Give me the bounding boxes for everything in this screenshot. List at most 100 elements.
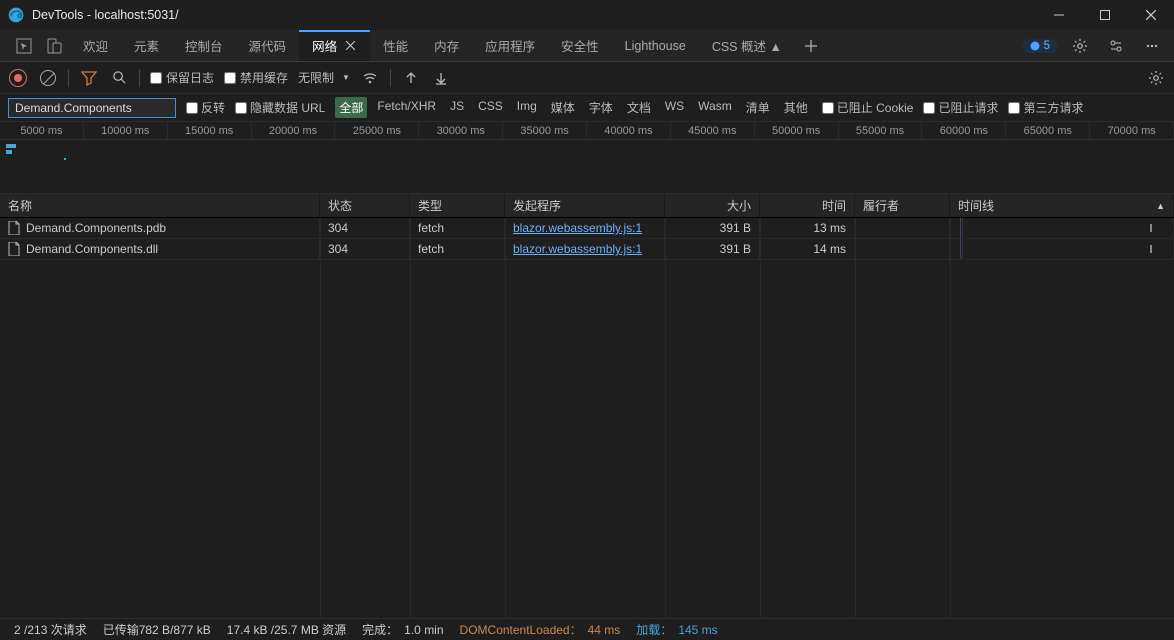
col-size[interactable]: 大小 bbox=[665, 194, 760, 217]
preserve-log-check[interactable]: 保留日志 bbox=[150, 69, 214, 86]
ruler-tick: 55000 ms bbox=[839, 122, 923, 139]
cell-status: 304 bbox=[320, 218, 410, 239]
search-button[interactable] bbox=[109, 68, 129, 88]
tab-性能[interactable]: 性能 bbox=[370, 30, 421, 61]
tab-欢迎[interactable]: 欢迎 bbox=[70, 30, 121, 61]
message-icon bbox=[1030, 41, 1040, 51]
filter-type-媒体[interactable]: 媒体 bbox=[547, 97, 579, 118]
status-resources: 17.4 kB /25.7 MB 资源 bbox=[227, 621, 346, 638]
clear-button[interactable] bbox=[38, 68, 58, 88]
device-icon[interactable] bbox=[46, 38, 62, 54]
ruler-tick: 45000 ms bbox=[671, 122, 755, 139]
upload-icon[interactable] bbox=[401, 68, 421, 88]
tab-内存[interactable]: 内存 bbox=[421, 30, 472, 61]
filter-type-WS[interactable]: WS bbox=[661, 97, 688, 118]
filter-type-CSS[interactable]: CSS bbox=[474, 97, 507, 118]
tab-CSS 概述 ▲[interactable]: CSS 概述 ▲ bbox=[699, 30, 795, 61]
hide-data-url-check[interactable]: 隐藏数据 URL bbox=[235, 99, 325, 116]
filter-type-Img[interactable]: Img bbox=[513, 97, 541, 118]
ruler-tick: 30000 ms bbox=[419, 122, 503, 139]
tab-元素[interactable]: 元素 bbox=[121, 30, 172, 61]
filter-type-清单[interactable]: 清单 bbox=[742, 97, 774, 118]
disable-cache-check[interactable]: 禁用缓存 bbox=[224, 69, 288, 86]
filter-type-Fetch/XHR[interactable]: Fetch/XHR bbox=[373, 97, 440, 118]
status-finish: 1.0 min bbox=[404, 623, 443, 637]
cell-size: 391 B bbox=[665, 239, 760, 260]
filter-type-字体[interactable]: 字体 bbox=[585, 97, 617, 118]
filter-input[interactable] bbox=[8, 98, 176, 118]
ruler-tick: 60000 ms bbox=[922, 122, 1006, 139]
close-button[interactable] bbox=[1128, 0, 1174, 30]
col-waterfall[interactable]: 时间线▲ bbox=[950, 194, 1174, 217]
ruler-tick: 50000 ms bbox=[755, 122, 839, 139]
wifi-icon[interactable] bbox=[360, 68, 380, 88]
tab-安全性[interactable]: 安全性 bbox=[548, 30, 612, 61]
inspect-icon[interactable] bbox=[16, 38, 32, 54]
filter-type-文档[interactable]: 文档 bbox=[623, 97, 655, 118]
table-row[interactable]: Demand.Components.pdb 304fetch blazor.weba… bbox=[0, 218, 1174, 239]
maximize-button[interactable] bbox=[1082, 0, 1128, 30]
cell-name: Demand.Components.pdb bbox=[26, 221, 166, 235]
cell-type: fetch bbox=[410, 218, 505, 239]
filter-bar: 反转 隐藏数据 URL 全部 Fetch/XHR JS CSS Img 媒体字体文档 WS W… bbox=[0, 94, 1174, 122]
cell-time: 14 ms bbox=[760, 239, 855, 260]
cell-time: 13 ms bbox=[760, 218, 855, 239]
issues-badge[interactable]: 5 bbox=[1022, 39, 1058, 53]
cell-initiator[interactable]: blazor.webassembly.js:1 bbox=[513, 242, 642, 256]
cell-actor bbox=[855, 218, 950, 239]
col-type[interactable]: 类型 bbox=[410, 194, 505, 217]
status-load: 145 ms bbox=[678, 623, 717, 637]
network-table: 名称 状态 类型 发起程序 大小 时间 履行者 时间线▲ Demand.Comp… bbox=[0, 194, 1174, 618]
ruler-tick: 40000 ms bbox=[587, 122, 671, 139]
filter-toggle[interactable] bbox=[79, 68, 99, 88]
invert-check[interactable]: 反转 bbox=[186, 99, 225, 116]
record-button[interactable] bbox=[8, 68, 28, 88]
status-load-label: 加载： bbox=[636, 621, 672, 638]
col-actor[interactable]: 履行者 bbox=[855, 194, 950, 217]
filter-type-全部[interactable]: 全部 bbox=[335, 97, 367, 118]
tab-Lighthouse[interactable]: Lighthouse bbox=[612, 30, 699, 61]
filter-type-Wasm[interactable]: Wasm bbox=[694, 97, 736, 118]
ruler-tick: 5000 ms bbox=[0, 122, 84, 139]
throttle-select[interactable]: 无限制▼ bbox=[298, 69, 350, 86]
blocked-requests-check[interactable]: 已阻止请求 bbox=[923, 99, 998, 116]
download-icon[interactable] bbox=[431, 68, 451, 88]
thirdparty-check[interactable]: 第三方请求 bbox=[1008, 99, 1083, 116]
network-toolbar: 保留日志 禁用缓存 无限制▼ bbox=[0, 62, 1174, 94]
panel-tabstrip: 欢迎元素控制台源代码网络性能内存应用程序安全性LighthouseCSS 概述 … bbox=[0, 30, 1174, 62]
ruler-tick: 35000 ms bbox=[503, 122, 587, 139]
status-dcl-label: DOMContentLoaded： bbox=[460, 621, 582, 638]
tab-close-icon[interactable] bbox=[343, 39, 357, 53]
edge-icon bbox=[8, 7, 24, 23]
status-requests: 2 /213 次请求 bbox=[14, 621, 87, 638]
issues-count: 5 bbox=[1044, 40, 1050, 52]
net-settings-icon[interactable] bbox=[1146, 68, 1166, 88]
settings-icon[interactable] bbox=[1066, 32, 1094, 60]
tab-控制台[interactable]: 控制台 bbox=[172, 30, 236, 61]
filter-type-其他[interactable]: 其他 bbox=[780, 97, 812, 118]
col-status[interactable]: 状态 bbox=[320, 194, 410, 217]
customize-icon[interactable] bbox=[1102, 32, 1130, 60]
file-icon bbox=[8, 221, 20, 235]
status-transferred: 已传输782 B/877 kB bbox=[103, 621, 211, 638]
more-icon[interactable] bbox=[1138, 32, 1166, 60]
tab-源代码[interactable]: 源代码 bbox=[236, 30, 300, 61]
cell-initiator[interactable]: blazor.webassembly.js:1 bbox=[513, 221, 642, 235]
window-controls bbox=[1036, 0, 1174, 30]
ruler-tick: 70000 ms bbox=[1090, 122, 1174, 139]
cell-name: Demand.Components.dll bbox=[26, 242, 158, 256]
add-tab-button[interactable] bbox=[795, 30, 827, 61]
status-finish-label: 完成： bbox=[362, 621, 398, 638]
tab-网络[interactable]: 网络 bbox=[299, 30, 370, 61]
col-name[interactable]: 名称 bbox=[0, 194, 320, 217]
tab-应用程序[interactable]: 应用程序 bbox=[472, 30, 548, 61]
blocked-cookies-check[interactable]: 已阻止 Cookie bbox=[822, 99, 914, 116]
ruler-tick: 10000 ms bbox=[84, 122, 168, 139]
table-row[interactable]: Demand.Components.dll304fetchblazor.weba… bbox=[0, 239, 1174, 260]
col-time[interactable]: 时间 bbox=[760, 194, 855, 217]
filter-type-JS[interactable]: JS bbox=[446, 97, 468, 118]
window-title: DevTools - localhost:5031/ bbox=[32, 8, 179, 22]
timeline-overview[interactable]: 5000 ms10000 ms15000 ms20000 ms25000 ms3… bbox=[0, 122, 1174, 194]
col-initiator[interactable]: 发起程序 bbox=[505, 194, 665, 217]
minimize-button[interactable] bbox=[1036, 0, 1082, 30]
